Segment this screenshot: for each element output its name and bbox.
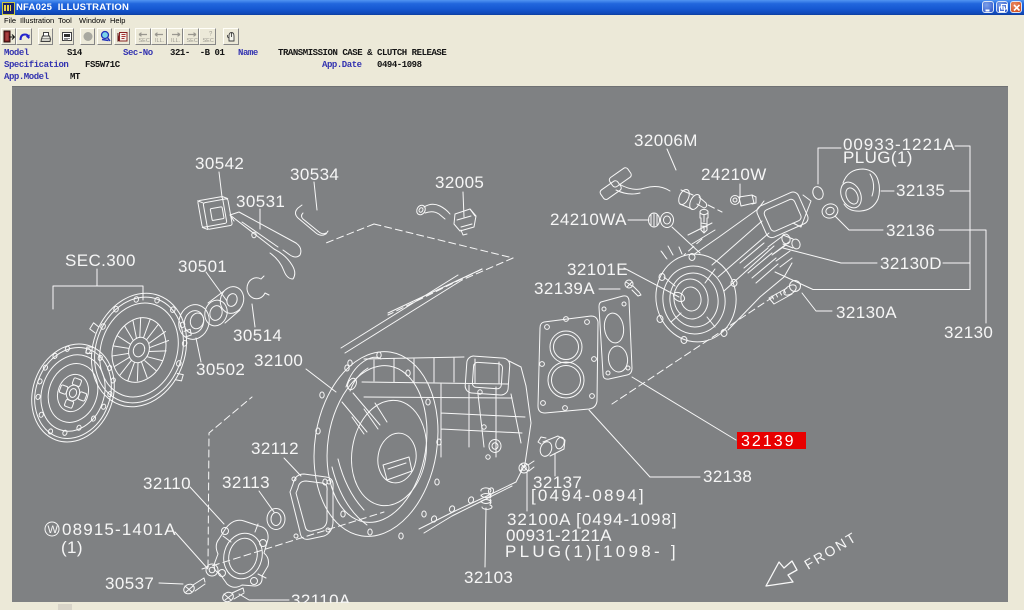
svg-text:32139A: 32139A <box>534 279 595 298</box>
svg-text:32139: 32139 <box>741 433 796 450</box>
svg-text:32138: 32138 <box>703 467 752 486</box>
svg-text:24210W: 24210W <box>701 165 767 184</box>
svg-text:32136: 32136 <box>886 221 935 240</box>
svg-text:32110: 32110 <box>143 474 191 493</box>
svg-text:30531: 30531 <box>236 192 285 211</box>
svg-text:30501: 30501 <box>178 257 227 276</box>
svg-text:30514: 30514 <box>233 326 282 345</box>
svg-text:32100: 32100 <box>254 351 303 370</box>
svg-text:PLUG(1): PLUG(1) <box>843 148 913 167</box>
svg-text:32112: 32112 <box>251 439 299 458</box>
svg-text:32006M: 32006M <box>634 131 698 150</box>
svg-text:32101E: 32101E <box>567 260 628 279</box>
svg-text:32130: 32130 <box>944 323 993 342</box>
svg-text:32135: 32135 <box>896 181 945 200</box>
svg-text:W: W <box>48 524 59 536</box>
svg-text:32130D: 32130D <box>880 254 942 273</box>
svg-text:30534: 30534 <box>290 165 339 184</box>
svg-text:08915-1401A: 08915-1401A <box>62 520 176 539</box>
svg-text:32113: 32113 <box>222 473 270 492</box>
svg-text:32110A: 32110A <box>291 591 351 603</box>
svg-text:30537: 30537 <box>105 574 154 593</box>
svg-text:32103: 32103 <box>464 568 513 587</box>
svg-text:(1): (1) <box>61 538 83 557</box>
svg-text:30502: 30502 <box>196 360 245 379</box>
svg-text:32005: 32005 <box>435 173 484 192</box>
svg-text:SEC.300: SEC.300 <box>65 251 136 270</box>
svg-text:30542: 30542 <box>195 154 244 173</box>
svg-text:FRONT: FRONT <box>801 528 860 572</box>
svg-text:32130A: 32130A <box>836 303 897 322</box>
svg-text:24210WA: 24210WA <box>550 210 627 229</box>
